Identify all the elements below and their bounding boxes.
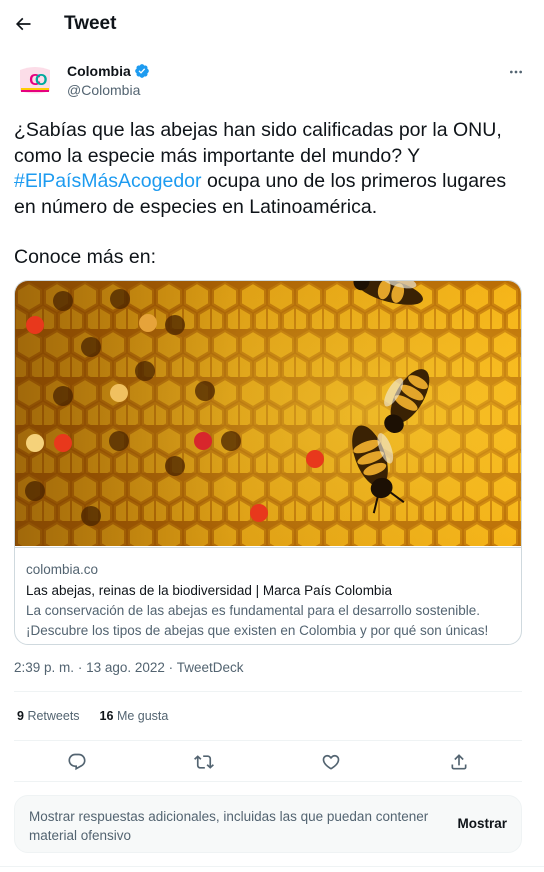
- like-button[interactable]: [318, 749, 344, 775]
- retweet-icon: [194, 755, 214, 769]
- tweet-stats: 9 Retweets 16 Me gusta: [17, 709, 168, 723]
- honeycomb-bees-image: [15, 281, 521, 546]
- card-body[interactable]: colombia.co Las abejas, reinas de la bio…: [15, 547, 521, 644]
- author-name[interactable]: Colombia: [67, 63, 131, 79]
- divider: [14, 740, 522, 741]
- more-options-button[interactable]: [502, 62, 530, 82]
- page-title: Tweet: [64, 13, 117, 34]
- card-image[interactable]: [15, 281, 521, 546]
- retweets-stat[interactable]: 9 Retweets: [17, 709, 80, 723]
- retweets-count: 9: [17, 709, 24, 723]
- likes-stat[interactable]: 16 Me gusta: [100, 709, 169, 723]
- card-title: Las abejas, reinas de la biodiversidad |…: [26, 583, 392, 598]
- tweet-second-paragraph: Conoce más en:: [14, 246, 156, 268]
- tweet-actions: [14, 745, 522, 779]
- divider: [14, 781, 522, 782]
- back-button[interactable]: [8, 7, 38, 41]
- svg-text:O: O: [35, 72, 47, 89]
- link-preview-card[interactable]: colombia.co Las abejas, reinas de la bio…: [14, 280, 522, 645]
- tweet-text-before: ¿Sabías que las abejas han sido califica…: [14, 119, 502, 167]
- divider: [0, 866, 544, 867]
- more-replies-text: Mostrar respuestas adicionales, incluida…: [29, 809, 429, 843]
- avatar[interactable]: C O: [14, 60, 56, 102]
- share-icon: [451, 754, 467, 770]
- tweet-meta: 2:39 p. m. · 13 ago. 2022 · TweetDeck: [14, 660, 243, 675]
- tweet-author: C O Colombia @Colombia: [14, 60, 530, 104]
- author-name-row: Colombia: [67, 63, 150, 79]
- tweet-date[interactable]: 13 ago. 2022: [86, 660, 165, 675]
- heart-icon: [322, 754, 340, 770]
- likes-label: Me gusta: [116, 709, 169, 723]
- retweet-button[interactable]: [191, 749, 217, 775]
- top-bar: Tweet: [0, 0, 544, 50]
- card-domain: colombia.co: [26, 562, 99, 577]
- retweets-label: Retweets: [27, 709, 80, 723]
- reply-button[interactable]: [64, 749, 90, 775]
- author-handle[interactable]: @Colombia: [67, 82, 140, 98]
- more-replies-notice: Mostrar respuestas adicionales, incluida…: [14, 795, 522, 853]
- tweet-source[interactable]: TweetDeck: [177, 660, 244, 675]
- meta-separator: ·: [77, 660, 83, 675]
- card-description: La conservación de las abejas es fundame…: [26, 603, 489, 638]
- reply-icon: [68, 753, 86, 771]
- share-button[interactable]: [446, 749, 472, 775]
- colombia-logo-icon: C O: [14, 60, 56, 102]
- arrow-left-icon: [15, 17, 31, 31]
- tweet-time[interactable]: 2:39 p. m.: [14, 660, 74, 675]
- meta-separator: ·: [168, 660, 174, 675]
- show-more-replies-button[interactable]: Mostrar: [457, 816, 507, 831]
- hashtag-link[interactable]: #ElPaísMásAcogedor: [14, 170, 202, 192]
- tweet-paragraph: ¿Sabías que las abejas han sido califica…: [14, 118, 530, 220]
- tweet-text: ¿Sabías que las abejas han sido califica…: [14, 118, 530, 271]
- likes-count: 16: [99, 709, 114, 723]
- divider: [14, 691, 522, 692]
- verified-badge-icon: [134, 64, 149, 78]
- more-dots-icon: [510, 70, 522, 74]
